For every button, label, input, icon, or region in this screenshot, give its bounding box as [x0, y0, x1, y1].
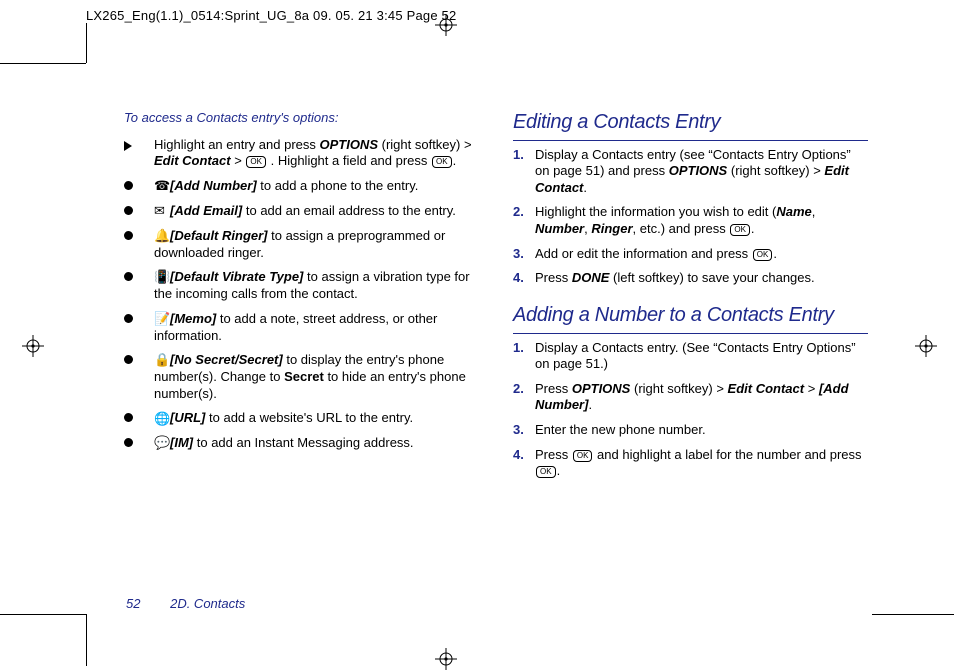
registration-mark-icon — [435, 14, 457, 36]
crop-mark — [0, 614, 86, 615]
list-item: 📳[Default Vibrate Type] to assign a vibr… — [124, 269, 479, 303]
crop-mark — [0, 63, 86, 64]
label: [Default Vibrate Type] — [170, 269, 303, 284]
label: [Memo] — [170, 311, 216, 326]
list-text: Highlight an entry and press — [154, 137, 319, 152]
list-item: ☎[Add Number] to add a phone to the entr… — [124, 178, 479, 195]
left-column: To access a Contacts entry's options: Hi… — [124, 110, 479, 591]
list-text: > — [234, 153, 245, 168]
ok-key-icon: OK — [753, 249, 773, 261]
label: [No Secret/Secret] — [170, 352, 283, 367]
list-item: ✉[Add Email] to add an email address to … — [124, 203, 479, 220]
section-label: 2D. Contacts — [170, 596, 245, 611]
list-text: (left softkey) to save your changes. — [613, 270, 815, 285]
list-item: Press OK and highlight a label for the n… — [513, 447, 868, 480]
label: Edit Contact — [154, 153, 231, 168]
label: [URL] — [170, 410, 205, 425]
page-footer: 52 2D. Contacts — [126, 596, 245, 611]
section-heading-adding: Adding a Number to a Contacts Entry — [513, 303, 868, 334]
label: Secret — [284, 369, 324, 384]
bell-icon: 🔔 — [154, 228, 168, 245]
email-icon: ✉ — [154, 203, 168, 220]
label: DONE — [572, 270, 610, 285]
label: OPTIONS — [572, 381, 631, 396]
registration-mark-icon — [435, 648, 457, 670]
label: [Default Ringer] — [170, 228, 268, 243]
list-text: and highlight a label for the number and… — [597, 447, 862, 462]
list-text: Press — [535, 381, 572, 396]
list-item: 🌐[URL] to add a website's URL to the ent… — [124, 410, 479, 427]
intro-text: To access a Contacts entry's options: — [124, 110, 479, 127]
label: [Add Number] — [170, 178, 257, 193]
ok-key-icon: OK — [730, 224, 750, 236]
list-text: , etc.) and press — [633, 221, 730, 236]
ok-key-icon: OK — [573, 450, 593, 462]
page-header-meta: LX265_Eng(1.1)_0514:Sprint_UG_8a 09. 05.… — [86, 8, 456, 23]
label: Edit Contact — [728, 381, 805, 396]
list-text: > — [808, 381, 819, 396]
list-text: . Highlight a field and press — [271, 153, 431, 168]
list-item: Highlight an entry and press OPTIONS (ri… — [124, 137, 479, 170]
list-text: to add a phone to the entry. — [260, 178, 418, 193]
url-icon: 🌐 — [154, 411, 168, 428]
right-column: Editing a Contacts Entry Display a Conta… — [513, 110, 868, 591]
crop-mark — [872, 614, 954, 615]
list-text: (right softkey) > — [634, 381, 728, 396]
ok-key-icon: OK — [536, 466, 556, 478]
list-item: 📝[Memo] to add a note, street address, o… — [124, 311, 479, 345]
crop-mark — [86, 614, 87, 666]
list-text: Highlight the information you wish to ed… — [535, 204, 776, 219]
list-text: to add a website's URL to the entry. — [209, 410, 413, 425]
list-item: 🔔[Default Ringer] to assign a preprogram… — [124, 228, 479, 262]
page-number: 52 — [126, 596, 140, 611]
label: [Add Email] — [170, 203, 242, 218]
im-icon: 💬 — [154, 435, 168, 452]
label: Name — [776, 204, 811, 219]
list-item: Add or edit the information and press OK… — [513, 246, 868, 263]
list-text: to add an email address to the entry. — [246, 203, 456, 218]
section-heading-editing: Editing a Contacts Entry — [513, 110, 868, 141]
crop-mark — [86, 23, 87, 63]
label: [IM] — [170, 435, 193, 450]
label: Number — [535, 221, 584, 236]
list-text: Press — [535, 270, 572, 285]
label: OPTIONS — [319, 137, 378, 152]
label: Ringer — [591, 221, 632, 236]
steps-adding: Display a Contacts entry. (See “Contacts… — [513, 340, 868, 480]
list-item: Display a Contacts entry (see “Contacts … — [513, 147, 868, 197]
list-item: Display a Contacts entry. (See “Contacts… — [513, 340, 868, 373]
list-item: Press DONE (left softkey) to save your c… — [513, 270, 868, 287]
list-text: to add an Instant Messaging address. — [197, 435, 414, 450]
ok-key-icon: OK — [432, 156, 452, 168]
list-text: Press — [535, 447, 572, 462]
options-list: Highlight an entry and press OPTIONS (ri… — [124, 137, 479, 452]
list-text: (right softkey) > — [382, 137, 472, 152]
secret-icon: 🔒 — [154, 352, 168, 369]
memo-icon: 📝 — [154, 311, 168, 328]
phone-icon: ☎ — [154, 178, 168, 195]
registration-mark-icon — [22, 335, 44, 357]
content-body: To access a Contacts entry's options: Hi… — [124, 110, 868, 591]
ok-key-icon: OK — [246, 156, 266, 168]
steps-editing: Display a Contacts entry (see “Contacts … — [513, 147, 868, 287]
list-text: Add or edit the information and press — [535, 246, 752, 261]
list-item: 🔒[No Secret/Secret] to display the entry… — [124, 352, 479, 402]
list-item: Enter the new phone number. — [513, 422, 868, 439]
registration-mark-icon — [915, 335, 937, 357]
label: OPTIONS — [669, 163, 728, 178]
list-item: 💬[IM] to add an Instant Messaging addres… — [124, 435, 479, 452]
list-item: Press OPTIONS (right softkey) > Edit Con… — [513, 381, 868, 414]
list-item: Highlight the information you wish to ed… — [513, 204, 868, 237]
vibrate-icon: 📳 — [154, 269, 168, 286]
list-text: (right softkey) > — [731, 163, 825, 178]
